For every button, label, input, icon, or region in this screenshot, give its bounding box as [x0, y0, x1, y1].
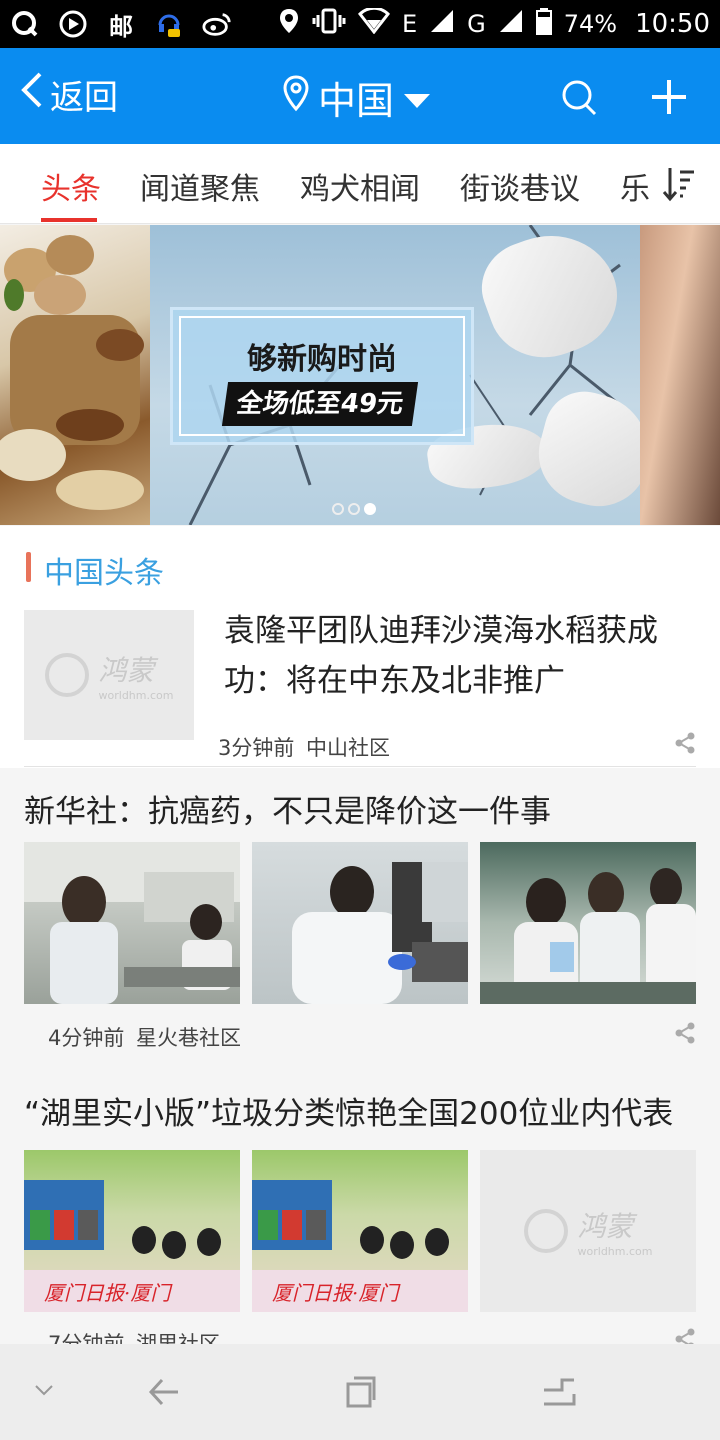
chevron-down-icon[interactable] [34, 1382, 54, 1401]
watermark-site: worldhm.com [577, 1244, 653, 1258]
section-accent-bar [26, 552, 31, 582]
wifi-icon [357, 6, 390, 40]
search-button[interactable] [560, 78, 598, 120]
section-title: 中国头条 [44, 556, 164, 591]
add-button[interactable] [650, 78, 688, 120]
location-selector[interactable]: 中国 [282, 70, 432, 125]
news-photo-lab-1 [24, 842, 240, 1004]
back-label: 返回 [50, 78, 118, 118]
back-button[interactable]: 返回 [18, 70, 118, 119]
clock: 10:50 [635, 9, 710, 39]
weibo-icon [202, 9, 232, 39]
news-time: 4分钟前 [48, 1026, 125, 1050]
svg-text:厦门日报·厦门: 厦门日报·厦门 [44, 1281, 173, 1305]
chevron-left-icon [18, 70, 46, 119]
news-photo-lab-2 [252, 842, 468, 1004]
news-item[interactable]: 新华社：抗癌药，不只是降价这一件事 4分钟前 星火巷社区 [0, 768, 720, 1070]
divider [24, 766, 696, 767]
top-navigation-bar: 返回 中国 [0, 48, 720, 144]
sort-icon [662, 168, 696, 206]
tab-sort-button[interactable] [662, 166, 696, 206]
signal-icon [498, 8, 524, 40]
watermark-brand: 鸿蒙 [98, 653, 155, 687]
assistant-icon [154, 9, 184, 39]
active-tab-indicator [41, 218, 97, 222]
nuts-image [0, 225, 150, 525]
system-navigation-bar [0, 1344, 720, 1440]
vibrate-icon [312, 7, 346, 41]
news-community: 湖里社区 [136, 1332, 220, 1344]
tab-partial-container: 乐 [620, 144, 650, 223]
brand-logo-icon [523, 1209, 568, 1253]
svg-text:厦门日报·厦门: 厦门日报·厦门 [272, 1281, 401, 1305]
news-time: 3分钟前 [218, 736, 295, 760]
model-image [640, 225, 720, 525]
tab-jiquan-xiangwen[interactable]: 鸡犬相闻 [300, 164, 420, 208]
news-photo-garbage-1: 厦门日报·厦门 [24, 1150, 240, 1312]
back-arrow-icon[interactable] [148, 1376, 180, 1412]
network-e-label: E [401, 10, 418, 38]
network-g-label: G [467, 10, 486, 38]
share-icon[interactable] [674, 732, 696, 758]
share-icon[interactable] [674, 1328, 696, 1344]
q-app-icon [10, 9, 40, 39]
section-header: 中国头条 [0, 526, 720, 592]
promo-price-tag: 全场低至49元 [221, 382, 419, 426]
search-icon [560, 80, 598, 120]
category-tabs: 头条 闻道聚焦 鸡犬相闻 街谈巷议 [0, 144, 720, 224]
news-thumbnail-placeholder: 鸿蒙 worldhm.com [24, 610, 194, 740]
battery-icon [535, 7, 552, 41]
carousel-dot[interactable] [332, 503, 344, 515]
tab-partial[interactable]: 乐 [620, 164, 650, 208]
news-time: 7分钟前 [48, 1332, 125, 1344]
location-label: 中国 [318, 79, 395, 123]
carousel-dot[interactable] [348, 503, 360, 515]
news-item[interactable]: 鸿蒙 worldhm.com 袁隆平团队迪拜沙漠海水稻获成功：将在中东及北非推广… [0, 592, 720, 768]
signal-icon [429, 8, 455, 40]
news-photo-garbage-2: 厦门日报·厦门 [252, 1150, 468, 1312]
battery-percent: 74% [563, 10, 618, 38]
brand-logo-icon [44, 653, 89, 697]
news-title[interactable]: “湖里实小版”垃圾分类惊艳全国200位业内代表 [24, 1088, 673, 1133]
news-community: 中山社区 [306, 736, 390, 760]
watermark-logo: 鸿蒙 worldhm.com [44, 649, 174, 702]
news-photo-lab-3 [480, 842, 696, 1004]
news-title[interactable]: 袁隆平团队迪拜沙漠海水稻获成功：将在中东及北非推广 [224, 606, 694, 706]
carousel-indicator [332, 503, 376, 515]
home-square-icon[interactable] [346, 1376, 376, 1412]
location-icon [278, 7, 300, 41]
map-pin-icon [282, 74, 310, 121]
promo-title: 够新购时尚 [247, 342, 397, 377]
promo-banner-carousel[interactable]: 够新购时尚 全场低至49元 [0, 225, 720, 525]
share-icon[interactable] [674, 1022, 696, 1048]
postal-icon: 邮 [109, 12, 133, 41]
watermark-brand: 鸿蒙 [577, 1209, 634, 1243]
news-thumbnail-placeholder: 鸿蒙 worldhm.com [480, 1150, 696, 1312]
watermark-logo: 鸿蒙 worldhm.com [523, 1205, 653, 1258]
plus-icon [650, 80, 688, 120]
news-item[interactable]: “湖里实小版”垃圾分类惊艳全国200位业内代表 厦门日报·厦门 厦门日报·厦门 … [0, 1088, 720, 1344]
news-title[interactable]: 新华社：抗癌药，不只是降价这一件事 [24, 786, 551, 831]
recent-apps-icon[interactable] [542, 1378, 576, 1412]
promo-card: 够新购时尚 全场低至49元 [170, 307, 474, 445]
caret-down-icon [402, 76, 432, 120]
tab-wendao-focus[interactable]: 闻道聚焦 [140, 164, 260, 208]
status-bar: 邮 E G 74% 10:50 [0, 0, 720, 48]
watermark-site: worldhm.com [98, 688, 174, 702]
tab-jietan-xiangyi[interactable]: 街谈巷议 [460, 164, 580, 208]
tab-headlines[interactable]: 头条 [41, 164, 101, 208]
news-feed: 鸿蒙 worldhm.com 袁隆平团队迪拜沙漠海水稻获成功：将在中东及北非推广… [0, 592, 720, 1344]
video-play-icon [58, 9, 88, 39]
carousel-dot-active[interactable] [364, 503, 376, 515]
news-community: 星火巷社区 [136, 1026, 241, 1050]
